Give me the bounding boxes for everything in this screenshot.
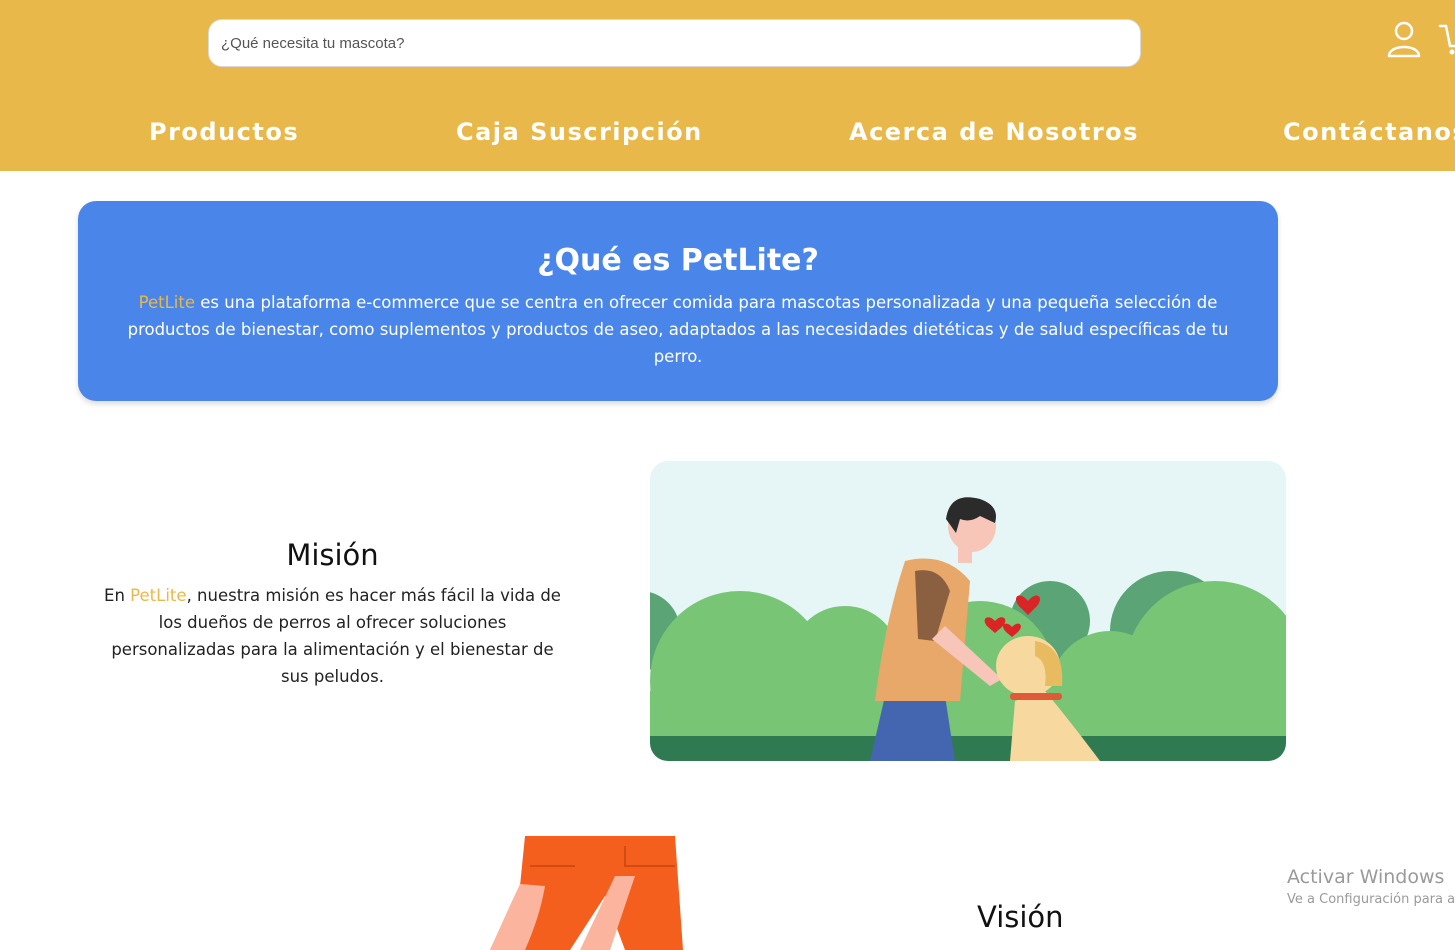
nav-caja-suscripcion[interactable]: Caja Suscripción [456,118,703,146]
windows-activation-watermark: Activar Windows Ve a Configuración para … [1287,866,1455,907]
cart-icon[interactable] [1438,22,1455,56]
vision-title: Visión [977,900,1064,934]
intro-title: ¿Qué es PetLite? [537,243,819,278]
nav-acerca-de-nosotros[interactable]: Acerca de Nosotros [849,118,1139,146]
mission-text: En PetLite, nuestra misión es hacer más … [95,582,570,690]
vision-illustration [490,836,683,950]
intro-body: es una plataforma e-commerce que se cent… [127,293,1229,366]
search-input[interactable] [208,19,1141,67]
user-icon[interactable] [1386,20,1422,58]
mission-title: Misión [286,538,379,572]
watermark-title: Activar Windows [1287,866,1445,888]
brand-name: PetLite [130,586,187,605]
site-header: Productos Caja Suscripción Acerca de Nos… [0,0,1455,171]
mission-section: Misión En PetLite, nuestra misión es hac… [95,538,570,690]
nav-productos[interactable]: Productos [149,118,299,146]
man-with-dog-illustration [650,461,1286,761]
mission-text-start: En [104,586,131,605]
intro-card: ¿Qué es PetLite? PetLite es una platafor… [78,201,1278,401]
watermark-subtitle: Ve a Configuración para activar Windows. [1287,892,1455,907]
nav-contactanos[interactable]: Contáctanos [1283,118,1455,146]
brand-name: PetLite [138,293,196,312]
intro-text: PetLite es una plataforma e-commerce que… [108,289,1248,370]
